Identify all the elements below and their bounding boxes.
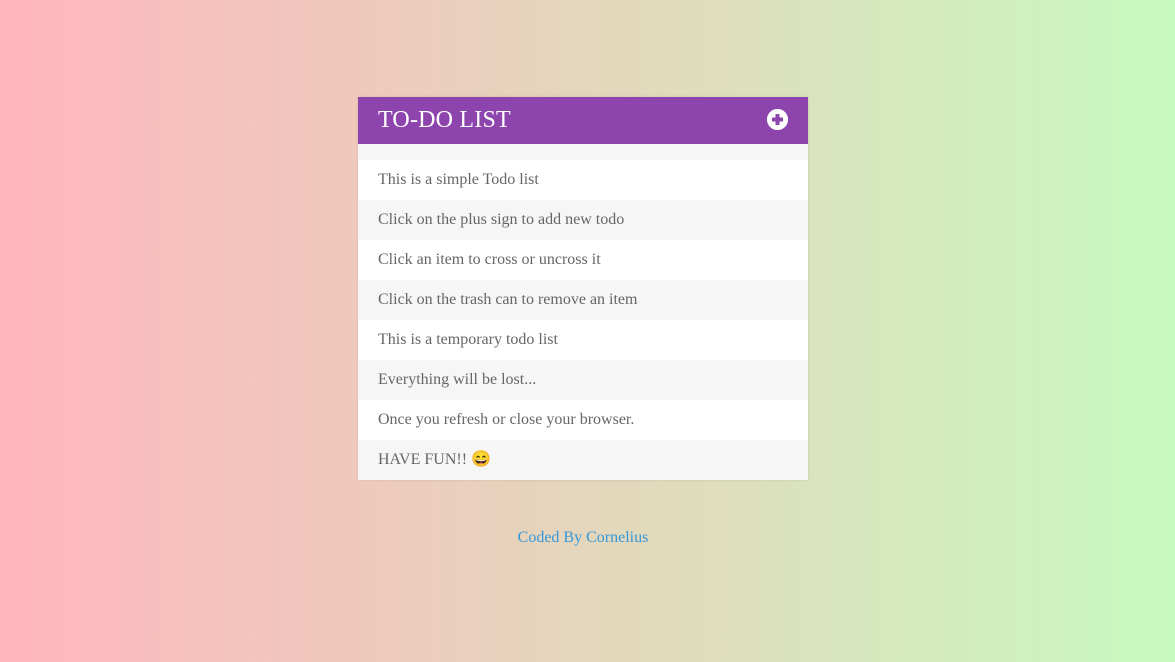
todo-item[interactable]: HAVE FUN!! 😄 [358,440,808,480]
todo-item[interactable]: Everything will be lost... [358,360,808,400]
add-todo-button[interactable] [767,109,788,130]
plus-circle-icon [767,109,788,130]
todo-item[interactable]: Click an item to cross or uncross it [358,240,808,280]
todo-card: TO-DO LIST This is a simple Todo list Cl… [358,97,808,480]
page-title: TO-DO LIST [378,107,511,133]
todo-header: TO-DO LIST [358,97,808,144]
todo-list: This is a simple Todo list Click on the … [358,144,808,480]
todo-item[interactable]: This is a simple Todo list [358,160,808,200]
author-credit-link[interactable]: Coded By Cornelius [518,529,649,546]
todo-item[interactable]: Once you refresh or close your browser. [358,400,808,440]
todo-item[interactable]: Click on the plus sign to add new todo [358,200,808,240]
footer: Coded By Cornelius [0,528,1166,548]
todo-item[interactable]: This is a temporary todo list [358,320,808,360]
todo-item[interactable]: Click on the trash can to remove an item [358,280,808,320]
